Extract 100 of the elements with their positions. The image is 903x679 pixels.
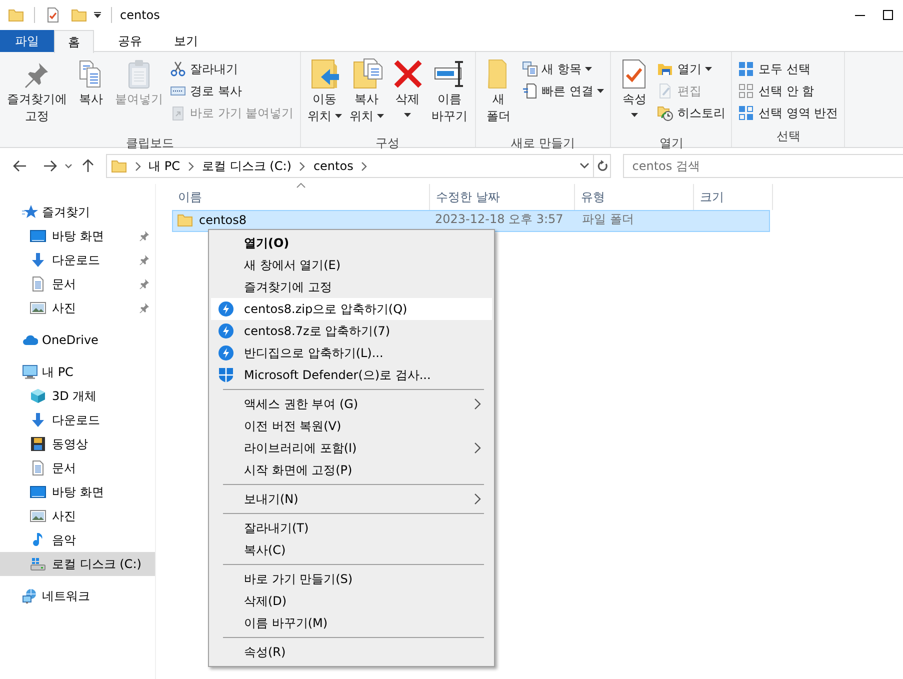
menu-item[interactable]: 이전 버전 복원(V) [211,415,492,437]
ribbon-tab[interactable]: 보기 [166,30,206,52]
ribbon-button[interactable]: 히스토리 [655,102,728,124]
folder-pages-icon [350,58,383,90]
grid-outline-icon [738,83,754,99]
ribbon-button[interactable]: 빠른 연결 [520,80,606,102]
menu-item[interactable]: 잘라내기(T) [211,517,492,539]
nav-item[interactable]: 사진 [0,296,155,320]
group-label: 새로 만들기 [510,135,576,152]
group-label: 선택 [775,128,802,145]
ribbon-button[interactable]: 새 항목 [520,58,606,80]
shield-icon [218,367,234,383]
menu-item[interactable]: 속성(R) [211,641,492,663]
ribbon-button[interactable]: 선택 안 함 [736,80,840,102]
maximize-icon [883,10,893,20]
ribbon-button[interactable]: 즐겨찾기에 고정 [4,58,70,134]
ribbon-button[interactable]: 복사 [72,58,110,134]
nav-item[interactable]: 문서 [0,456,155,480]
nav-item[interactable]: 사진 [0,504,155,528]
group-label: 구성 [374,135,401,152]
nav-item[interactable]: 바탕 화면 [0,480,155,504]
nav-item[interactable]: 동영상 [0,432,155,456]
menu-item[interactable]: Microsoft Defender(으)로 검사... [211,364,492,386]
picture-icon [30,300,46,316]
menu-item[interactable]: 액세스 권한 부여 (G) [211,393,492,415]
drive-icon [30,556,46,572]
caret-icon [705,67,712,71]
search-field[interactable]: centos 검색 [623,154,903,178]
file-row[interactable]: centos8 2023-12-18 오후 3:57 파일 폴더 [172,210,770,232]
pin-icon [139,231,149,241]
menu-item[interactable]: 바로 가기 만들기(S) [211,568,492,590]
nav-item[interactable]: 다운로드 [0,408,155,432]
ribbon-button[interactable]: 이름 바꾸기 [428,58,471,134]
nav-item[interactable]: OneDrive [0,328,155,352]
ribbon-button[interactable]: 모두 선택 [736,58,840,80]
ribbon-button[interactable]: 잘라내기 [168,58,296,80]
group-label: 열기 [658,135,684,152]
caret-icon [597,89,604,93]
chevron-right-icon [134,162,141,170]
ribbon-tab[interactable]: 공유 [110,30,150,52]
nav-item[interactable]: 3D 개체 [0,384,155,408]
folder-icon [110,158,127,174]
breadcrumb[interactable]: centos [313,157,354,175]
nav-item[interactable]: 다운로드 [0,248,155,272]
chevron-right-icon [188,162,194,170]
ribbon-button[interactable]: 이동 위치 [304,58,345,134]
nav-item[interactable]: 내 PC [0,360,155,384]
modified-date: 2023-12-18 오후 3:57 [434,212,564,226]
ribbon-tab[interactable]: 홈 [54,30,94,53]
ribbon-button[interactable]: 복사 위치 [346,58,387,134]
nav-item[interactable]: 네트워크 [0,584,155,608]
nav-item[interactable]: 즐겨찾기 [0,200,155,224]
ribbon-button[interactable]: 선택 영역 반전 [736,102,840,124]
menu-item[interactable]: centos8.7z로 압축하기(7) [211,320,492,342]
pin-icon [139,255,149,265]
address-bar[interactable]: 내 PC 로컬 디스크 (C:) centos [106,154,612,178]
lightning-badge-icon [218,301,234,317]
ribbon-button[interactable]: 경로 복사 [168,80,296,102]
document-check-icon [45,7,61,23]
group-label: 클립보드 [124,135,175,152]
pin-icon [139,279,149,289]
nav-item[interactable]: 음악 [0,528,155,552]
menu-item[interactable]: centos8.zip으로 압축하기(Q) [211,298,492,320]
nav-item[interactable]: 로컬 디스크 (C:) [0,552,155,576]
menu-item[interactable]: 새 창에서 열기(E) [211,254,492,276]
text-box-cursor-icon [434,58,466,90]
breadcrumb[interactable]: 내 PC [148,157,180,175]
menu-item[interactable]: 시작 화면에 고정(P) [211,459,492,481]
ribbon-button[interactable]: 삭제 [388,58,427,134]
menu-item[interactable]: 복사(C) [211,539,492,561]
star-icon [22,204,38,220]
menu-item[interactable]: 이름 바꾸기(M) [211,612,492,634]
computer-icon [22,364,38,380]
file-tab[interactable]: 파일 [0,30,54,52]
up-arrow-icon [82,159,94,173]
breadcrumb[interactable]: 로컬 디스크 (C:) [202,157,292,175]
pin-icon [139,303,149,313]
nav-item[interactable]: 바탕 화면 [0,224,155,248]
caret-icon [94,12,100,18]
ribbon-button[interactable]: 속성 [615,58,654,134]
download-arrow-icon [30,252,46,268]
menu-item[interactable]: 라이브러리에 포함(I) [211,437,492,459]
caret-icon [630,113,638,117]
document-link-icon [522,83,538,99]
download-arrow-icon [30,412,46,428]
ribbon-button[interactable]: 새 폴더 [480,58,518,134]
menu-item[interactable]: 열기(O) [211,232,492,254]
menu-item[interactable]: 보내기(N) [211,488,492,510]
ribbon-button[interactable]: 열기 [655,58,728,80]
refresh-button[interactable] [593,155,610,177]
menu-item[interactable]: 즐겨찾기에 고정 [211,276,492,298]
network-globe-icon [22,588,38,604]
menu-item[interactable]: 반디집으로 압축하기(L)... [211,342,492,364]
chevron-down-icon [580,163,589,169]
caret-icon [404,113,412,117]
lightning-badge-icon [218,345,234,361]
monitor-icon [30,228,46,244]
cube-icon [30,388,46,404]
menu-item[interactable]: 삭제(D) [211,590,492,612]
nav-item[interactable]: 문서 [0,272,155,296]
